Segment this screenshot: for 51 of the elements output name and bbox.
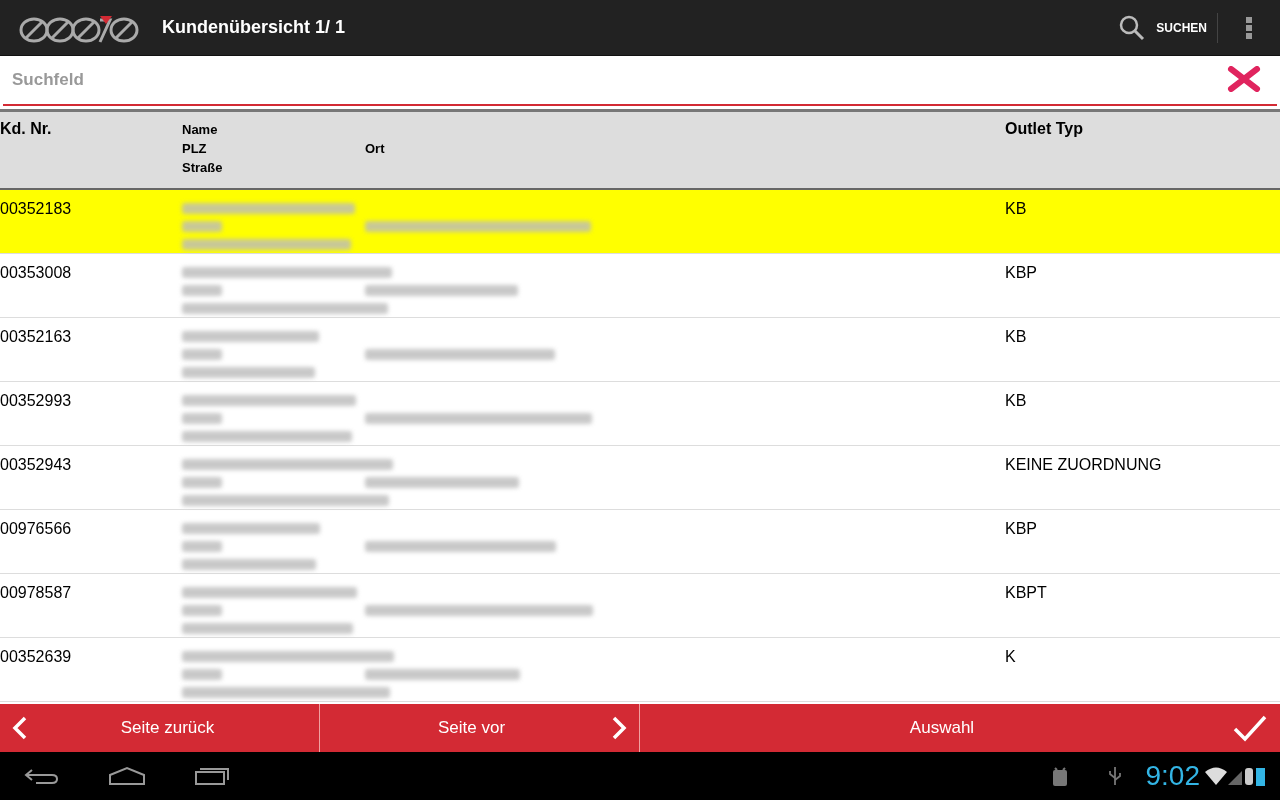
table-cell-text: KEINE ZUORDNUNG <box>1005 455 1163 475</box>
table-cell-text: 00352163 <box>0 327 73 347</box>
customer-row[interactable]: 00353008 KBP <box>0 254 1280 318</box>
close-icon <box>1227 65 1261 92</box>
table-cell-text: KB <box>1005 391 1028 411</box>
blurred-text <box>182 541 222 552</box>
customer-row[interactable]: 00352993 KB <box>0 382 1280 446</box>
customer-row[interactable]: 00976566 KBP <box>0 510 1280 574</box>
column-header: PLZ <box>182 141 208 156</box>
chevron-left-icon <box>12 716 28 740</box>
customer-row[interactable]: 00978587 KBPT <box>0 574 1280 638</box>
customer-row[interactable]: 00352639 K <box>0 638 1280 702</box>
blurred-text <box>182 221 222 232</box>
screen-title: Kundenübersicht 1/ 1 <box>162 17 346 38</box>
blurred-text <box>182 413 222 424</box>
customer-row[interactable]: 00352163 KB <box>0 318 1280 382</box>
home-icon[interactable] <box>108 766 146 786</box>
column-header: Ort <box>365 141 385 156</box>
table-cell-text: 00353008 <box>0 263 73 283</box>
usb-icon <box>1107 766 1122 786</box>
blurred-text <box>182 605 222 616</box>
column-header: Name <box>182 122 218 137</box>
search-button[interactable]: SUCHEN <box>1108 0 1217 56</box>
clock: 9:02 <box>1145 760 1200 792</box>
blurred-text <box>182 669 222 680</box>
column-header: Straße <box>182 160 223 175</box>
checkmark-icon <box>1232 713 1268 743</box>
table-cell-text: 00978587 <box>0 583 73 603</box>
table-cell-text: KB <box>1005 199 1028 219</box>
table-cell-text: 00976566 <box>0 519 73 539</box>
column-header: Kd. Nr. <box>0 119 53 139</box>
table-cell-text: KBP <box>1005 263 1038 283</box>
back-icon[interactable] <box>24 766 60 786</box>
blurred-text <box>182 285 222 296</box>
blurred-text <box>182 349 222 360</box>
search-icon <box>1118 13 1147 42</box>
customer-row[interactable]: 00352183 KB <box>0 190 1280 254</box>
table-cell-text: 00352639 <box>0 647 73 667</box>
customer-row[interactable]: 00352943 KEINE ZUORDNUNG <box>0 446 1280 510</box>
chevron-right-icon <box>611 716 627 740</box>
table-cell-text: 00352993 <box>0 391 73 411</box>
table-cell-text: KB <box>1005 327 1028 347</box>
recent-apps-icon[interactable] <box>194 766 230 786</box>
menu-icon <box>1245 15 1253 40</box>
table-cell-text: KBPT <box>1005 583 1048 603</box>
table-cell-text: KBP <box>1005 519 1038 539</box>
blurred-text <box>182 477 222 488</box>
table-cell-text: 00352943 <box>0 455 73 475</box>
table-cell-text: 00352183 <box>0 199 73 219</box>
table-cell-text: K <box>1005 647 1017 667</box>
column-header: Outlet Typ <box>1005 119 1084 139</box>
